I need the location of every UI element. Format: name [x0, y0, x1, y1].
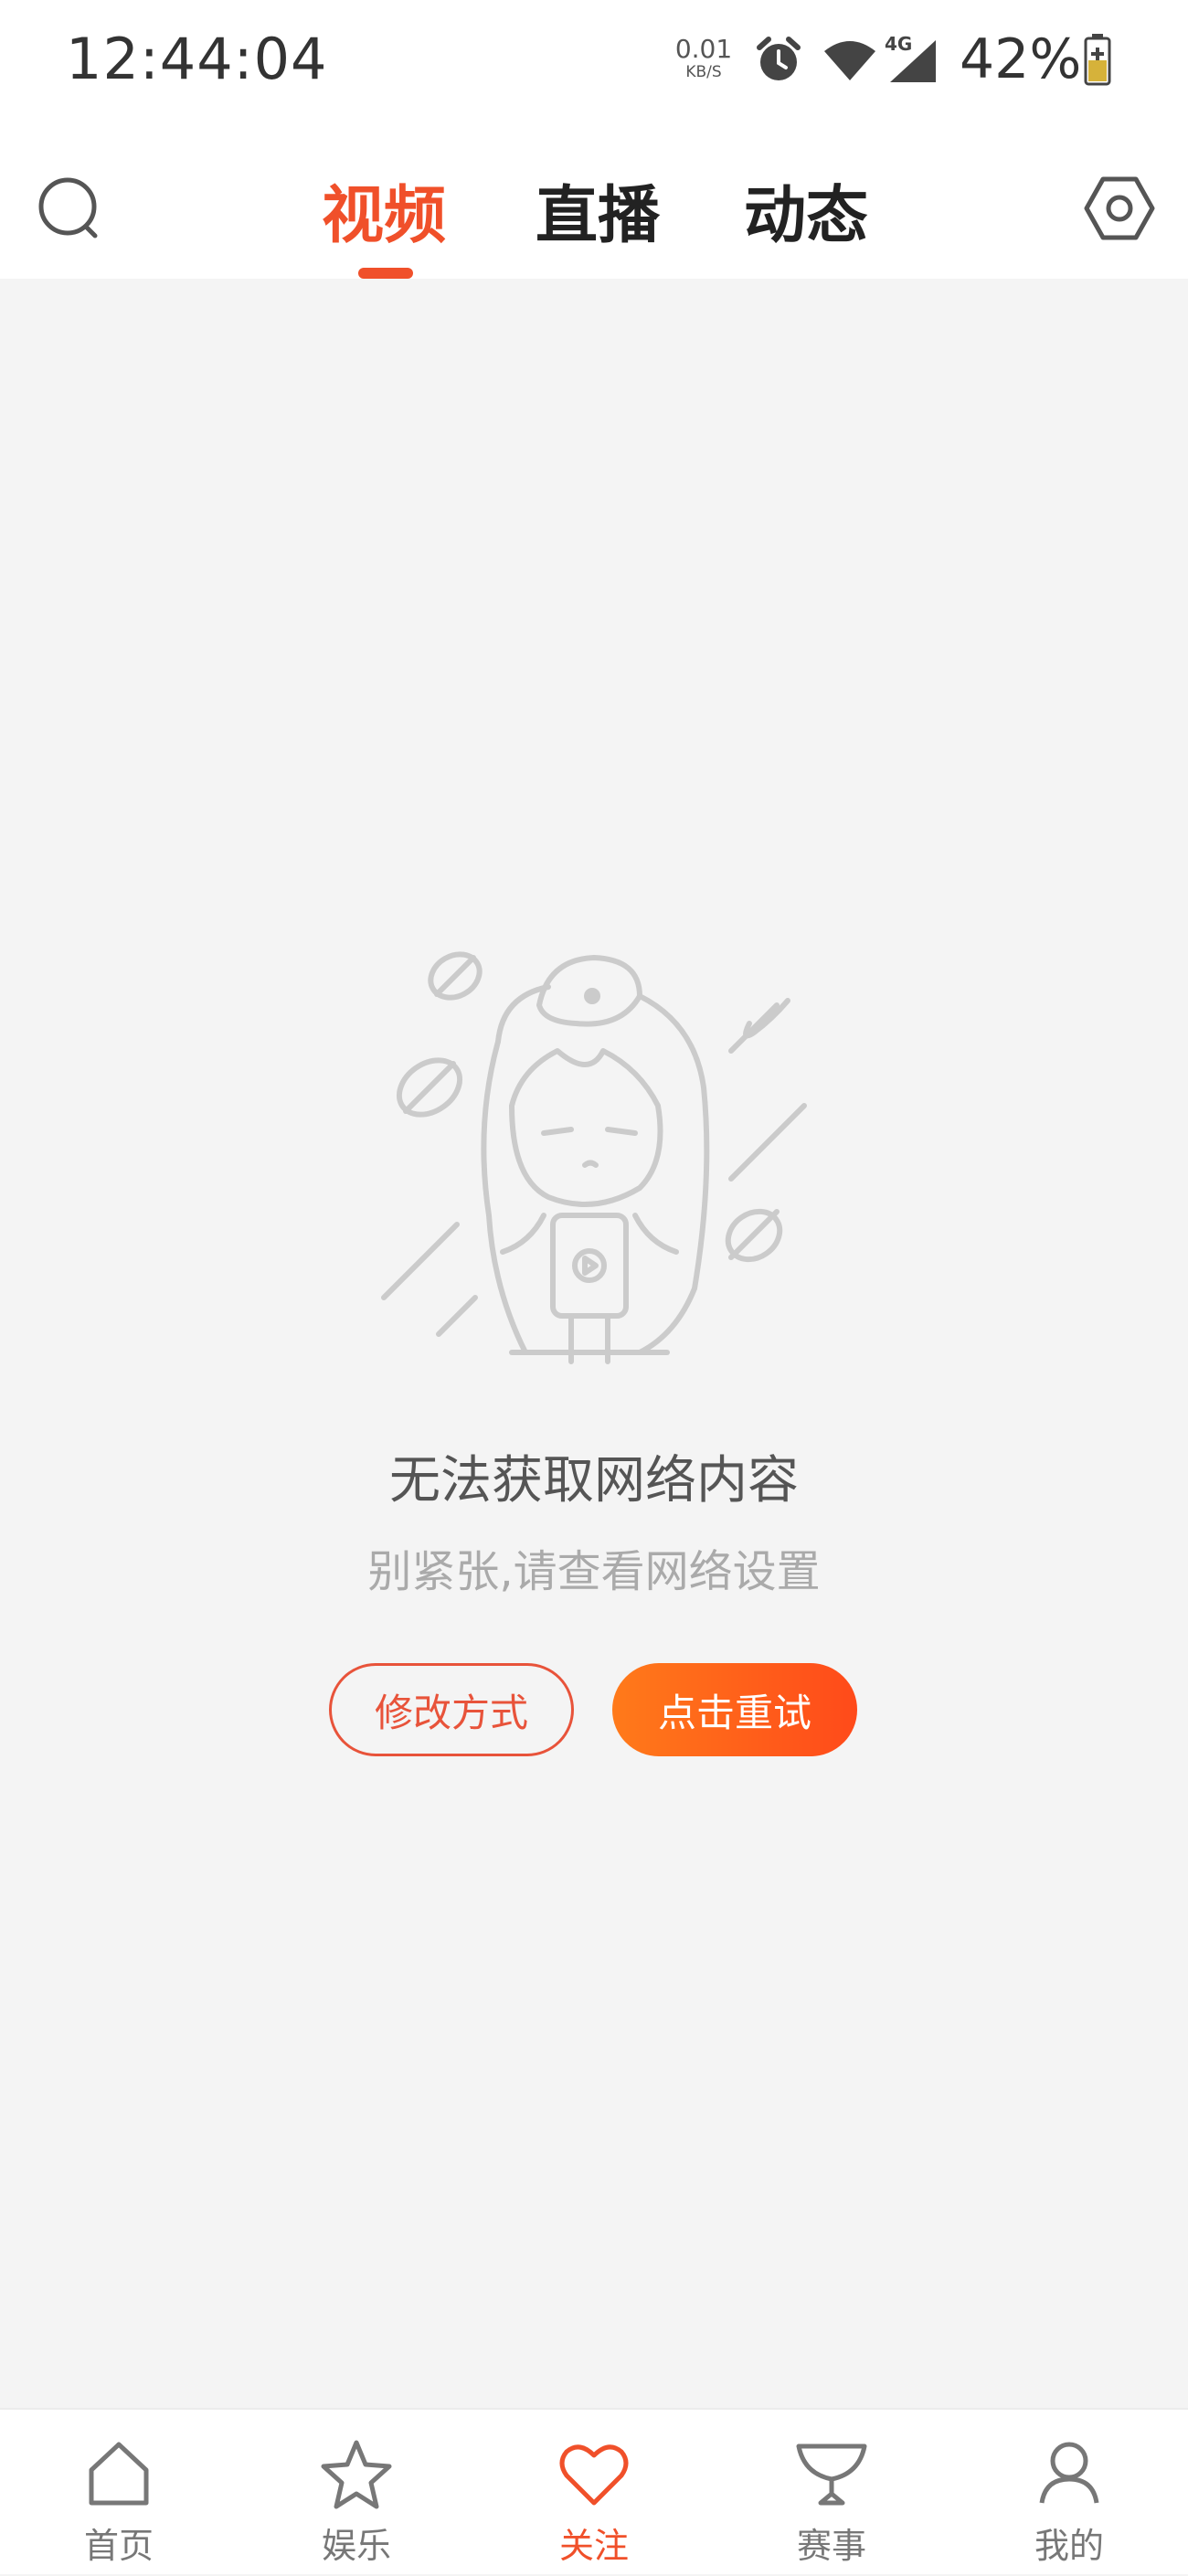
signal-icon [890, 40, 936, 82]
profile-icon [1039, 2442, 1099, 2504]
tab-video[interactable]: 视频 [322, 164, 446, 255]
main-content: 无法获取网络内容 别紧张,请查看网络设置 修改方式 点击重试 [0, 279, 1188, 2408]
tab-live[interactable]: 直播 [536, 164, 660, 255]
alarm-icon [757, 37, 801, 80]
trophy-icon [796, 2443, 867, 2506]
star-icon [321, 2440, 392, 2509]
status-bar: 12:44:04 0.01 KB/S 4G 42% [0, 0, 1188, 119]
modify-settings-button[interactable]: 修改方式 [329, 1663, 574, 1756]
tab-feed[interactable]: 动态 [744, 164, 868, 255]
bottom-nav-label: 首页 [83, 2526, 154, 2566]
battery-percent: 42% [960, 27, 1082, 91]
top-nav: 视频 直播 动态 [0, 119, 1188, 279]
bottom-nav-profile[interactable]: 我的 [950, 2410, 1188, 2576]
heart-icon [559, 2444, 629, 2506]
bottom-nav-label: 娱乐 [321, 2526, 391, 2566]
home-icon [89, 2442, 149, 2506]
bottom-nav-label: 关注 [558, 2526, 629, 2566]
network-speed-value: 0.01 [674, 34, 733, 64]
retry-button[interactable]: 点击重试 [612, 1663, 857, 1756]
bottom-nav-follow[interactable]: 关注 [475, 2410, 713, 2576]
bottom-nav-entertainment[interactable]: 娱乐 [238, 2410, 475, 2576]
error-subtitle: 别紧张,请查看网络设置 [367, 1546, 821, 1597]
bottom-nav-events[interactable]: 赛事 [713, 2410, 950, 2576]
wifi-icon [824, 41, 875, 80]
bottom-nav-home[interactable]: 首页 [0, 2410, 238, 2576]
network-error-illustration [381, 951, 807, 1364]
status-time: 12:44:04 [66, 26, 328, 92]
bottom-nav: 首页 娱乐 关注 赛事 我的 [0, 2408, 1188, 2574]
search-icon[interactable] [35, 174, 104, 243]
error-title: 无法获取网络内容 [389, 1451, 799, 1511]
active-tab-indicator [358, 268, 413, 279]
bottom-nav-label: 赛事 [796, 2526, 866, 2566]
network-speed: 0.01 KB/S [672, 37, 736, 80]
bottom-nav-label: 我的 [1034, 2526, 1104, 2566]
network-speed-unit: KB/S [685, 63, 722, 81]
battery-charging-icon [1084, 34, 1111, 86]
settings-icon[interactable] [1083, 172, 1156, 245]
